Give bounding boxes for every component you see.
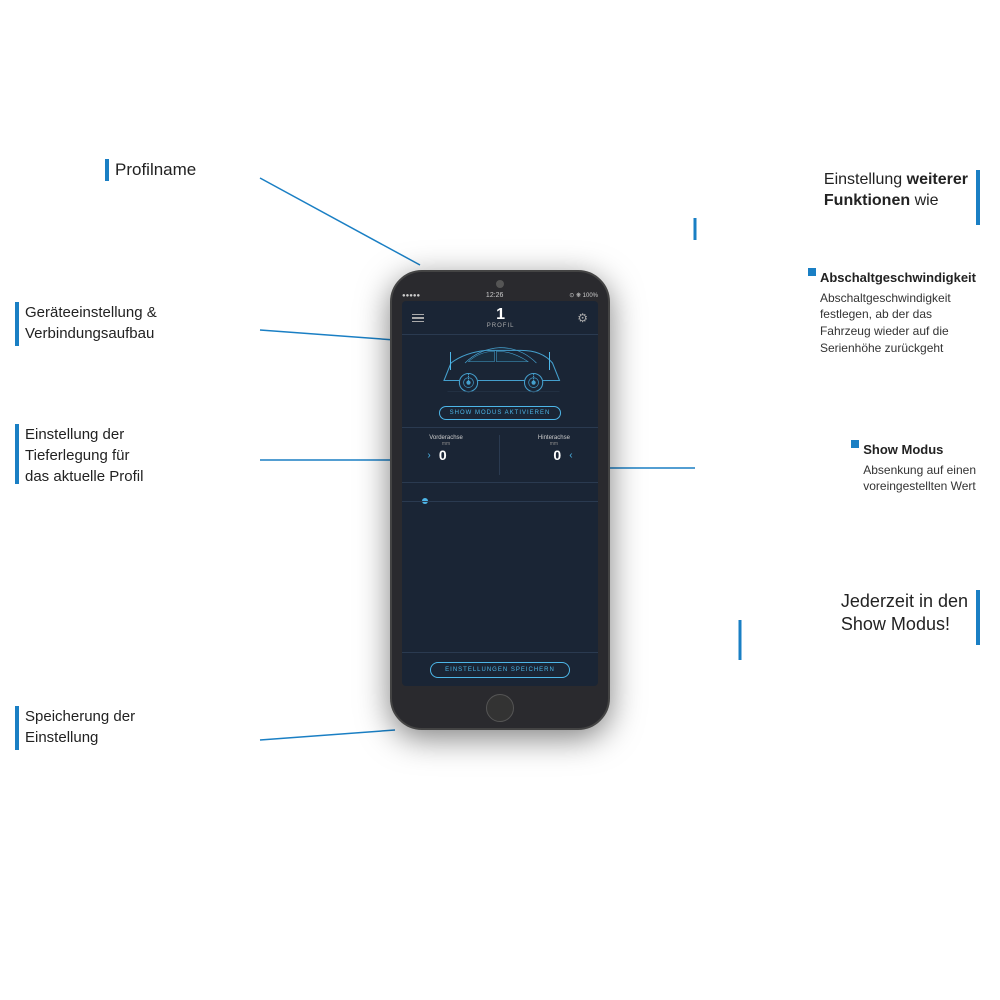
annotation-tieferlegung: Einstellung der Tieferlegung für das akt… bbox=[15, 424, 143, 487]
axle-divider bbox=[499, 435, 500, 475]
geraet-line1: Geräteeinstellung & bbox=[25, 302, 157, 323]
tieferlegung-line2: Tieferlegung für bbox=[25, 445, 143, 466]
profilname-bar bbox=[105, 159, 109, 181]
annotation-jederzeit: Jederzeit in den Show Modus! bbox=[841, 590, 980, 645]
axle-section: Vorderachse mm › 0 Hinterachse mm 0 bbox=[402, 431, 598, 479]
divider-3 bbox=[402, 482, 598, 483]
divider-2 bbox=[402, 427, 598, 428]
geraet-bar bbox=[15, 302, 19, 346]
profile-label: PROFIL bbox=[487, 323, 515, 329]
front-axle-value: 0 bbox=[437, 447, 449, 463]
abschalt-body4: Serienhöhe zurückgeht bbox=[820, 340, 976, 357]
rear-axle-value: 0 bbox=[551, 447, 563, 463]
suspension-right bbox=[549, 352, 550, 370]
phone: ●●●●● 12:26 ⊙ ❋ 100% 1 PROFIL ⚙ bbox=[390, 270, 610, 730]
divider-1 bbox=[402, 334, 598, 335]
screen-header: 1 PROFIL ⚙ bbox=[402, 301, 598, 331]
jederzeit-line2: Show Modus! bbox=[841, 613, 968, 636]
abschalt-title: Abschaltgeschwindigkeit bbox=[820, 268, 976, 288]
icons-display: ⊙ ❋ 100% bbox=[569, 292, 598, 299]
tieferlegung-line3: das aktuelle Profil bbox=[25, 466, 143, 487]
page-wrapper: ●●●●● 12:26 ⊙ ❋ 100% 1 PROFIL ⚙ bbox=[0, 0, 1000, 1000]
abschalt-square bbox=[808, 268, 816, 276]
jederzeit-text: Jederzeit in den Show Modus! bbox=[841, 590, 968, 637]
slider-line bbox=[402, 501, 598, 502]
annotation-geraet: Geräteeinstellung & Verbindungsaufbau bbox=[15, 302, 157, 346]
settings-icon[interactable]: ⚙ bbox=[577, 311, 588, 325]
home-button[interactable] bbox=[486, 694, 514, 722]
annotation-speicherung: Speicherung der Einstellung bbox=[15, 706, 135, 750]
phone-top-bar bbox=[392, 272, 608, 290]
phone-camera bbox=[496, 280, 504, 288]
menu-icon[interactable] bbox=[412, 314, 424, 323]
abschalt-body3: Fahrzeug wieder auf die bbox=[820, 323, 976, 340]
abschalt-body1: Abschaltgeschwindigkeit bbox=[820, 290, 976, 307]
annotation-show-modus: Show Modus Absenkung auf einen voreinges… bbox=[851, 440, 976, 495]
show-modus-body1: Absenkung auf einen bbox=[863, 462, 976, 479]
divider-4 bbox=[402, 652, 598, 653]
front-axle-col: Vorderachse mm › 0 bbox=[427, 435, 464, 463]
rear-axle-col: Hinterachse mm 0 ‹ bbox=[535, 435, 572, 463]
tieferlegung-bar bbox=[15, 424, 19, 484]
geraet-line2: Verbindungsaufbau bbox=[25, 323, 157, 344]
annotation-weitere-funktionen: Einstellung weitererFunktionen wie bbox=[824, 170, 980, 225]
time-display: 12:26 bbox=[486, 292, 504, 299]
front-axle-control: › 0 bbox=[427, 447, 464, 463]
rear-axle-increase[interactable]: ‹ bbox=[569, 450, 572, 461]
speicherung-line1: Speicherung der bbox=[25, 706, 135, 727]
phone-screen: 1 PROFIL ⚙ bbox=[402, 301, 598, 686]
status-bar: ●●●●● 12:26 ⊙ ❋ 100% bbox=[392, 290, 608, 301]
show-modus-title: Show Modus bbox=[863, 440, 943, 460]
annotation-profilname: Profilname bbox=[105, 158, 196, 182]
rear-axle-control: 0 ‹ bbox=[535, 447, 572, 463]
profilname-text: Profilname bbox=[115, 158, 196, 182]
abschalt-body2: festlegen, ab der das bbox=[820, 306, 976, 323]
weitere-funktionen-bar bbox=[976, 170, 980, 225]
front-axle-decrease[interactable]: › bbox=[427, 450, 430, 461]
profile-number: 1 bbox=[487, 307, 515, 323]
adjustment-area bbox=[402, 486, 598, 516]
speicherung-line2: Einstellung bbox=[25, 727, 135, 748]
speicherung-bar bbox=[15, 706, 19, 750]
save-button[interactable]: EINSTELLUNGEN SPEICHERN bbox=[430, 662, 570, 678]
car-svg bbox=[430, 342, 570, 398]
show-modus-body2: voreingestellten Wert bbox=[863, 478, 976, 495]
weitere-funktionen-text: Einstellung weitererFunktionen wie bbox=[824, 170, 968, 212]
car-image bbox=[402, 340, 598, 400]
tieferlegung-line1: Einstellung der bbox=[25, 424, 143, 445]
jederzeit-line1: Jederzeit in den bbox=[841, 590, 968, 613]
annotation-abschalt: Abschaltgeschwindigkeit Abschaltgeschwin… bbox=[808, 268, 976, 357]
signal-indicator: ●●●●● bbox=[402, 293, 420, 299]
show-modus-button[interactable]: SHOW MODUS AKTIVIEREN bbox=[439, 406, 562, 420]
jederzeit-bar bbox=[976, 590, 980, 645]
show-modus-square bbox=[851, 440, 859, 448]
